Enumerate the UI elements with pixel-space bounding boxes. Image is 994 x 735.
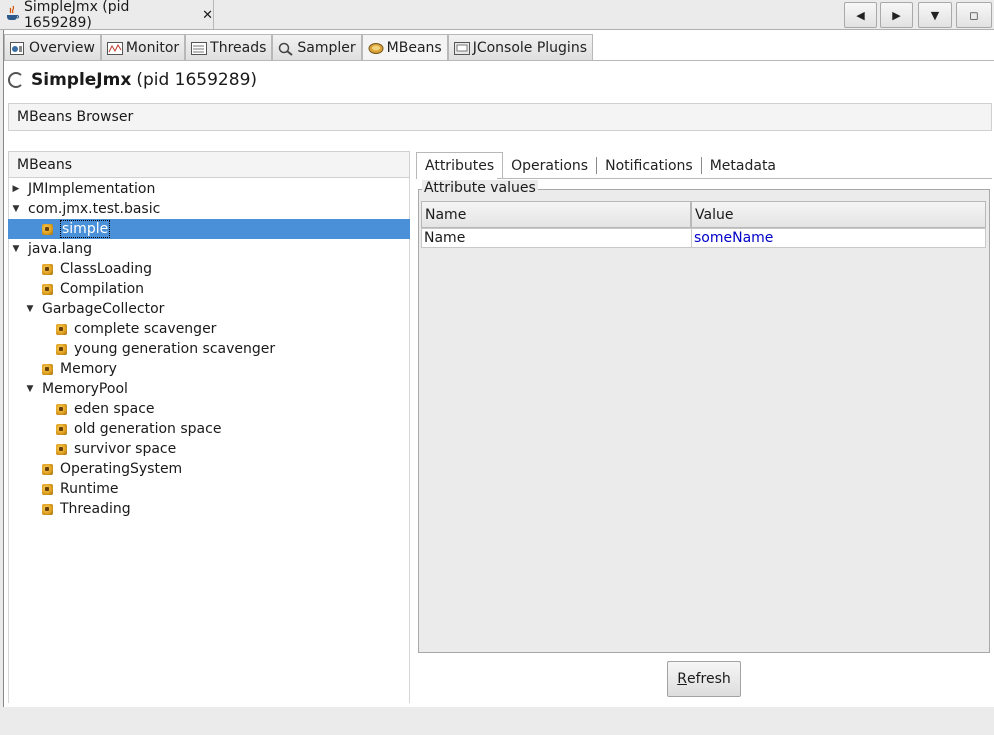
tree-node-memorypool[interactable]: ▼ MemoryPool — [8, 379, 410, 399]
mbean-icon — [42, 363, 53, 375]
mbean-icon — [42, 283, 53, 295]
tree-node-label: Compilation — [60, 281, 145, 297]
tree-node-com-jmx-test-basic[interactable]: ▼ com.jmx.test.basic — [8, 199, 410, 219]
tree-node-eden-space[interactable]: eden space — [8, 399, 410, 419]
mbean-icon — [56, 323, 67, 335]
mbean-icon — [42, 503, 53, 515]
tree-node-label: Memory — [60, 361, 117, 377]
jconsole-tabs: Overview Monitor Threads Sampler MBeans … — [4, 34, 593, 61]
tab-mbeans[interactable]: MBeans — [361, 34, 448, 61]
collapse-arrow-icon[interactable]: ▼ — [24, 384, 36, 394]
tree-node-survivor-space[interactable]: survivor space — [8, 439, 410, 459]
tab-label: Overview — [29, 40, 95, 56]
tree-node-simple[interactable]: simple — [8, 219, 410, 239]
tab-label: JConsole Plugins — [472, 40, 587, 56]
tab-threads[interactable]: Threads — [185, 34, 273, 61]
tab-label: MBeans — [386, 40, 442, 56]
expand-arrow-icon[interactable]: ▶ — [10, 184, 22, 194]
mbean-tree-header: MBeans — [8, 151, 410, 178]
tree-node-label: young generation scavenger — [74, 341, 276, 357]
tab-label: Sampler — [297, 40, 356, 56]
refresh-label: efresh — [686, 671, 731, 687]
tab-notifications[interactable]: Notifications — [597, 152, 701, 179]
tab-overview[interactable]: Overview — [4, 34, 101, 61]
tree-node-threading[interactable]: Threading — [8, 499, 410, 519]
mbean-detail-tabs: Attributes Operations Notifications Meta… — [416, 152, 784, 179]
column-header-value[interactable]: Value — [691, 201, 986, 228]
tree-node-complete-scavenger[interactable]: complete scavenger — [8, 319, 410, 339]
connection-pid: (pid 1659289) — [136, 70, 258, 90]
mbeans-browser-header: MBeans Browser — [8, 103, 992, 131]
tree-node-jmimplementation[interactable]: ▶ JMImplementation — [8, 179, 410, 199]
tab-operations[interactable]: Operations — [503, 152, 596, 179]
tree-node-label: com.jmx.test.basic — [28, 201, 161, 217]
tree-node-operatingsystem[interactable]: OperatingSystem — [8, 459, 410, 479]
tree-node-java-lang[interactable]: ▼ java.lang — [8, 239, 410, 259]
document-tab-title: SimpleJmx (pid 1659289) — [24, 0, 130, 31]
scroll-left-button[interactable]: ◀ — [844, 2, 877, 28]
sampler-icon — [278, 42, 294, 56]
tree-node-old-generation-space[interactable]: old generation space — [8, 419, 410, 439]
tree-node-memory[interactable]: Memory — [8, 359, 410, 379]
tab-attributes[interactable]: Attributes — [416, 152, 504, 179]
tab-jconsole-plugins[interactable]: JConsole Plugins — [447, 34, 593, 61]
tree-node-label: ClassLoading — [60, 261, 153, 277]
tree-node-label: MemoryPool — [42, 381, 128, 397]
tree-node-label: Threading — [60, 501, 131, 517]
tree-node-label: simple — [60, 220, 111, 238]
tree-node-compilation[interactable]: Compilation — [8, 279, 410, 299]
tree-node-label: survivor space — [74, 441, 177, 457]
attribute-values-label: Attribute values — [422, 180, 538, 196]
attribute-values-group — [418, 189, 990, 653]
tab-metadata[interactable]: Metadata — [702, 152, 784, 179]
maximize-button[interactable]: ◻ — [956, 2, 992, 28]
tree-node-garbagecollector[interactable]: ▼ GarbageCollector — [8, 299, 410, 319]
mbean-icon — [42, 223, 53, 235]
scroll-right-button[interactable]: ▶ — [880, 2, 913, 28]
mbean-icon — [56, 443, 67, 455]
tree-node-label: old generation space — [74, 421, 222, 437]
refresh-mnemonic: R — [677, 671, 687, 687]
collapse-arrow-icon[interactable]: ▼ — [10, 244, 22, 254]
tree-node-label: JMImplementation — [28, 181, 156, 197]
connection-title: SimpleJmx (pid 1659289) — [8, 70, 257, 90]
java-app-icon — [6, 5, 20, 25]
threads-icon — [191, 42, 208, 55]
mbean-icon — [42, 263, 53, 275]
tree-node-runtime[interactable]: Runtime — [8, 479, 410, 499]
tree-node-label: complete scavenger — [74, 321, 217, 337]
tree-node-label: eden space — [74, 401, 155, 417]
connection-name: SimpleJmx — [31, 70, 132, 90]
document-tab[interactable]: SimpleJmx (pid 1659289) ✕ — [0, 0, 214, 31]
tree-node-label: Runtime — [60, 481, 119, 497]
overview-icon — [10, 42, 24, 55]
collapse-arrow-icon[interactable]: ▼ — [10, 204, 22, 214]
tree-node-label: GarbageCollector — [42, 301, 165, 317]
detail-tabs-divider — [497, 178, 992, 179]
tab-sampler[interactable]: Sampler — [272, 34, 362, 61]
close-icon[interactable]: ✕ — [202, 8, 213, 23]
tree-node-classloading[interactable]: ClassLoading — [8, 259, 410, 279]
plugins-icon — [453, 42, 470, 55]
monitor-icon — [106, 42, 123, 55]
collapse-arrow-icon[interactable]: ▼ — [24, 304, 36, 314]
tree-node-young-generation-scavenger[interactable]: young generation scavenger — [8, 339, 410, 359]
refresh-button[interactable]: Refresh — [667, 661, 741, 697]
mbean-icon — [56, 423, 67, 435]
mbean-icon — [42, 463, 53, 475]
attribute-value-cell[interactable]: someName — [691, 228, 986, 248]
tree-node-label: java.lang — [28, 241, 93, 257]
tab-list-dropdown-button[interactable]: ▼ — [918, 2, 952, 28]
mbean-icon — [56, 403, 67, 415]
mbeans-icon — [368, 42, 384, 54]
loading-spinner-icon — [8, 72, 24, 88]
tree-node-label: OperatingSystem — [60, 461, 183, 477]
mbean-icon — [42, 483, 53, 495]
tab-label: Monitor — [125, 40, 180, 56]
column-header-name[interactable]: Name — [421, 201, 691, 228]
tab-label: Threads — [210, 40, 267, 56]
mbean-icon — [56, 343, 67, 355]
tab-monitor[interactable]: Monitor — [100, 34, 186, 61]
attribute-name-cell: Name — [421, 228, 692, 248]
